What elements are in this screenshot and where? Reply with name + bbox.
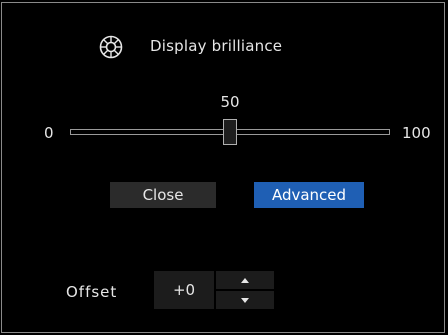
chevron-down-icon bbox=[241, 297, 249, 303]
offset-decrement-button[interactable] bbox=[216, 291, 274, 309]
advanced-button[interactable]: Advanced bbox=[254, 182, 364, 208]
offset-label: Offset bbox=[66, 283, 118, 301]
brilliance-slider-thumb[interactable] bbox=[223, 119, 237, 145]
dialog-header bbox=[98, 33, 124, 61]
slider-min-label: 0 bbox=[44, 124, 54, 142]
brightness-icon bbox=[98, 34, 124, 60]
display-brilliance-dialog: Display brilliance 50 0 100 Close Advanc… bbox=[1, 2, 445, 333]
close-button[interactable]: Close bbox=[110, 182, 216, 208]
chevron-up-icon bbox=[241, 277, 249, 283]
slider-max-label: 100 bbox=[402, 124, 431, 142]
slider-value-label: 50 bbox=[220, 93, 240, 111]
dialog-title: Display brilliance bbox=[150, 37, 283, 55]
offset-value-field[interactable]: +0 bbox=[154, 271, 214, 309]
offset-increment-button[interactable] bbox=[216, 271, 274, 289]
